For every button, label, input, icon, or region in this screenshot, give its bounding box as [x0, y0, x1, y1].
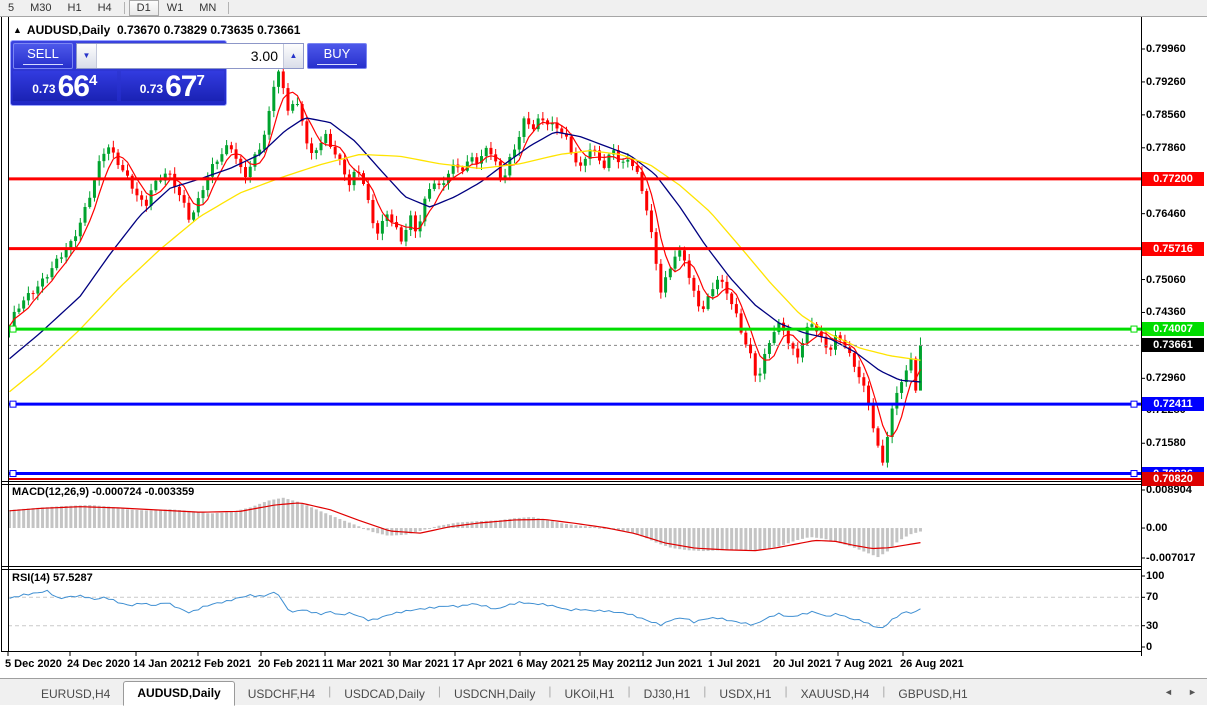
axis-label: 0 — [1146, 641, 1153, 653]
pane-separator[interactable] — [1, 481, 1141, 482]
axis-label: 0.75060 — [1146, 273, 1186, 286]
chart-title: ▲ AUDUSD,Daily 0.73670 0.73829 0.73635 0.… — [13, 23, 300, 37]
window-left-border — [1, 17, 2, 652]
axis-label: 0.74360 — [1146, 306, 1186, 319]
macd-current-values: -0.000724 -0.003359 — [92, 486, 195, 498]
axis-label: 0.75716 — [1142, 241, 1204, 256]
volume-input[interactable] — [97, 44, 283, 68]
date-label: 5 Dec 2020 — [5, 658, 62, 670]
date-label: 30 Mar 2021 — [387, 658, 450, 670]
symbol-tab-eurusd[interactable]: EURUSD,H4 — [28, 684, 123, 705]
macd-name: MACD(12,26,9) — [12, 486, 90, 498]
buy-price-display[interactable]: 0.73 67 7 — [120, 70, 224, 103]
axis-label: 0.79960 — [1146, 43, 1186, 55]
axis-label: 0.00 — [1146, 522, 1168, 535]
axis-label: 0.71580 — [1146, 437, 1186, 450]
rsi-name: RSI(14) — [12, 572, 50, 584]
date-label: 1 Jul 2021 — [708, 658, 761, 670]
axis-label: 0.78560 — [1146, 108, 1186, 121]
pane-separator[interactable] — [1, 484, 1141, 485]
symbol-tab-ukoil[interactable]: UKOil,H1 — [551, 684, 627, 705]
axis-label: 0.72960 — [1146, 372, 1186, 385]
volume-decrease-icon[interactable]: ▼ — [77, 44, 97, 68]
axis-label: 0.72411 — [1142, 397, 1204, 412]
buy-button[interactable]: BUY — [307, 43, 367, 69]
date-label: 24 Dec 2020 — [67, 658, 130, 670]
chart-left-border — [8, 17, 9, 652]
axis-label: 0.77200 — [1142, 171, 1204, 186]
axis-label: 0.70820 — [1142, 472, 1204, 486]
symbol-tab-usdcnh[interactable]: USDCNH,Daily — [441, 684, 548, 705]
sell-button[interactable]: SELL — [13, 43, 73, 69]
chart-ohlc-values: 0.73670 0.73829 0.73635 0.73661 — [116, 23, 301, 37]
symbol-tab-usdchf[interactable]: USDCHF,H4 — [235, 684, 328, 705]
date-label: 11 Mar 2021 — [322, 658, 384, 670]
symbol-tab-usdcad[interactable]: USDCAD,Daily — [331, 684, 438, 705]
symbol-tab-bar: EURUSD,H4 AUDUSD,Daily USDCHF,H4 | USDCAD,Da… — [0, 678, 1207, 706]
sell-underline — [23, 64, 63, 65]
axis-label: 0.74007 — [1142, 322, 1204, 337]
buy-price-pip: 7 — [196, 72, 205, 89]
buy-price-main: 67 — [165, 70, 197, 103]
date-label: 14 Jan 2021 — [133, 658, 195, 670]
sell-price-display[interactable]: 0.73 66 4 — [13, 70, 117, 103]
volume-group: ▼ ▲ — [76, 43, 304, 69]
trading-app-window: { "toolbar": { "timeframes": ["5", "M30"… — [0, 0, 1207, 706]
volume-increase-icon[interactable]: ▲ — [283, 44, 303, 68]
date-label: 17 Apr 2021 — [452, 658, 514, 670]
symbol-tab-gbpusd[interactable]: GBPUSD,H1 — [885, 684, 980, 705]
chart-symbol-label: AUDUSD,Daily — [26, 23, 111, 37]
tab-scroll-right-icon[interactable]: ► — [1188, 687, 1197, 697]
one-click-trade-panel: SELL ▼ ▲ BUY 0.73 66 4 0.73 67 7 — [10, 40, 367, 106]
axis-separator — [1, 651, 1141, 652]
date-label: 7 Aug 2021 — [835, 658, 893, 670]
axis-label: 0.77860 — [1146, 141, 1186, 154]
axis-label: -0.007017 — [1146, 552, 1196, 564]
date-label: 25 May 2021 — [577, 658, 642, 670]
date-label: 26 Aug 2021 — [900, 658, 964, 670]
sell-price-pip: 4 — [88, 72, 98, 89]
price-axis-line — [1141, 17, 1142, 656]
symbol-tab-audusd[interactable]: AUDUSD,Daily — [123, 681, 235, 706]
axis-label: 70 — [1146, 591, 1159, 604]
pane-separator[interactable] — [1, 566, 1141, 567]
axis-label: 100 — [1146, 570, 1165, 582]
rsi-current-value: 57.5287 — [52, 572, 93, 584]
date-label: 20 Jul 2021 — [773, 658, 832, 670]
symbol-tab-xauusd[interactable]: XAUUSD,H4 — [788, 684, 883, 705]
sell-price-prefix: 0.73 — [32, 82, 56, 96]
macd-pane-label: MACD(12,26,9) -0.000724 -0.003359 — [12, 486, 194, 498]
pane-separator[interactable] — [1, 569, 1141, 570]
sell-price-main: 66 — [57, 70, 90, 103]
axis-label: 0.79260 — [1146, 75, 1186, 88]
collapse-trade-panel-icon[interactable]: ▲ — [13, 25, 22, 35]
buy-underline — [317, 64, 357, 65]
axis-label: 30 — [1146, 619, 1159, 632]
buy-button-label: BUY — [323, 46, 351, 61]
date-label: 2 Feb 2021 — [195, 658, 252, 670]
date-label: 20 Feb 2021 — [258, 658, 321, 670]
date-label: 6 May 2021 — [517, 658, 576, 670]
date-label: 12 Jun 2021 — [640, 658, 703, 670]
sell-button-label: SELL — [27, 46, 59, 61]
rsi-pane-label: RSI(14) 57.5287 — [12, 572, 93, 584]
symbol-tab-dj30[interactable]: DJ30,H1 — [631, 684, 704, 705]
symbol-tab-usdx[interactable]: USDX,H1 — [706, 684, 784, 705]
current-price-tag: 0.73661 — [1142, 338, 1204, 353]
axis-label: 0.76460 — [1146, 207, 1186, 220]
buy-price-prefix: 0.73 — [139, 82, 164, 96]
tab-scroll-left-icon[interactable]: ◄ — [1164, 687, 1173, 697]
